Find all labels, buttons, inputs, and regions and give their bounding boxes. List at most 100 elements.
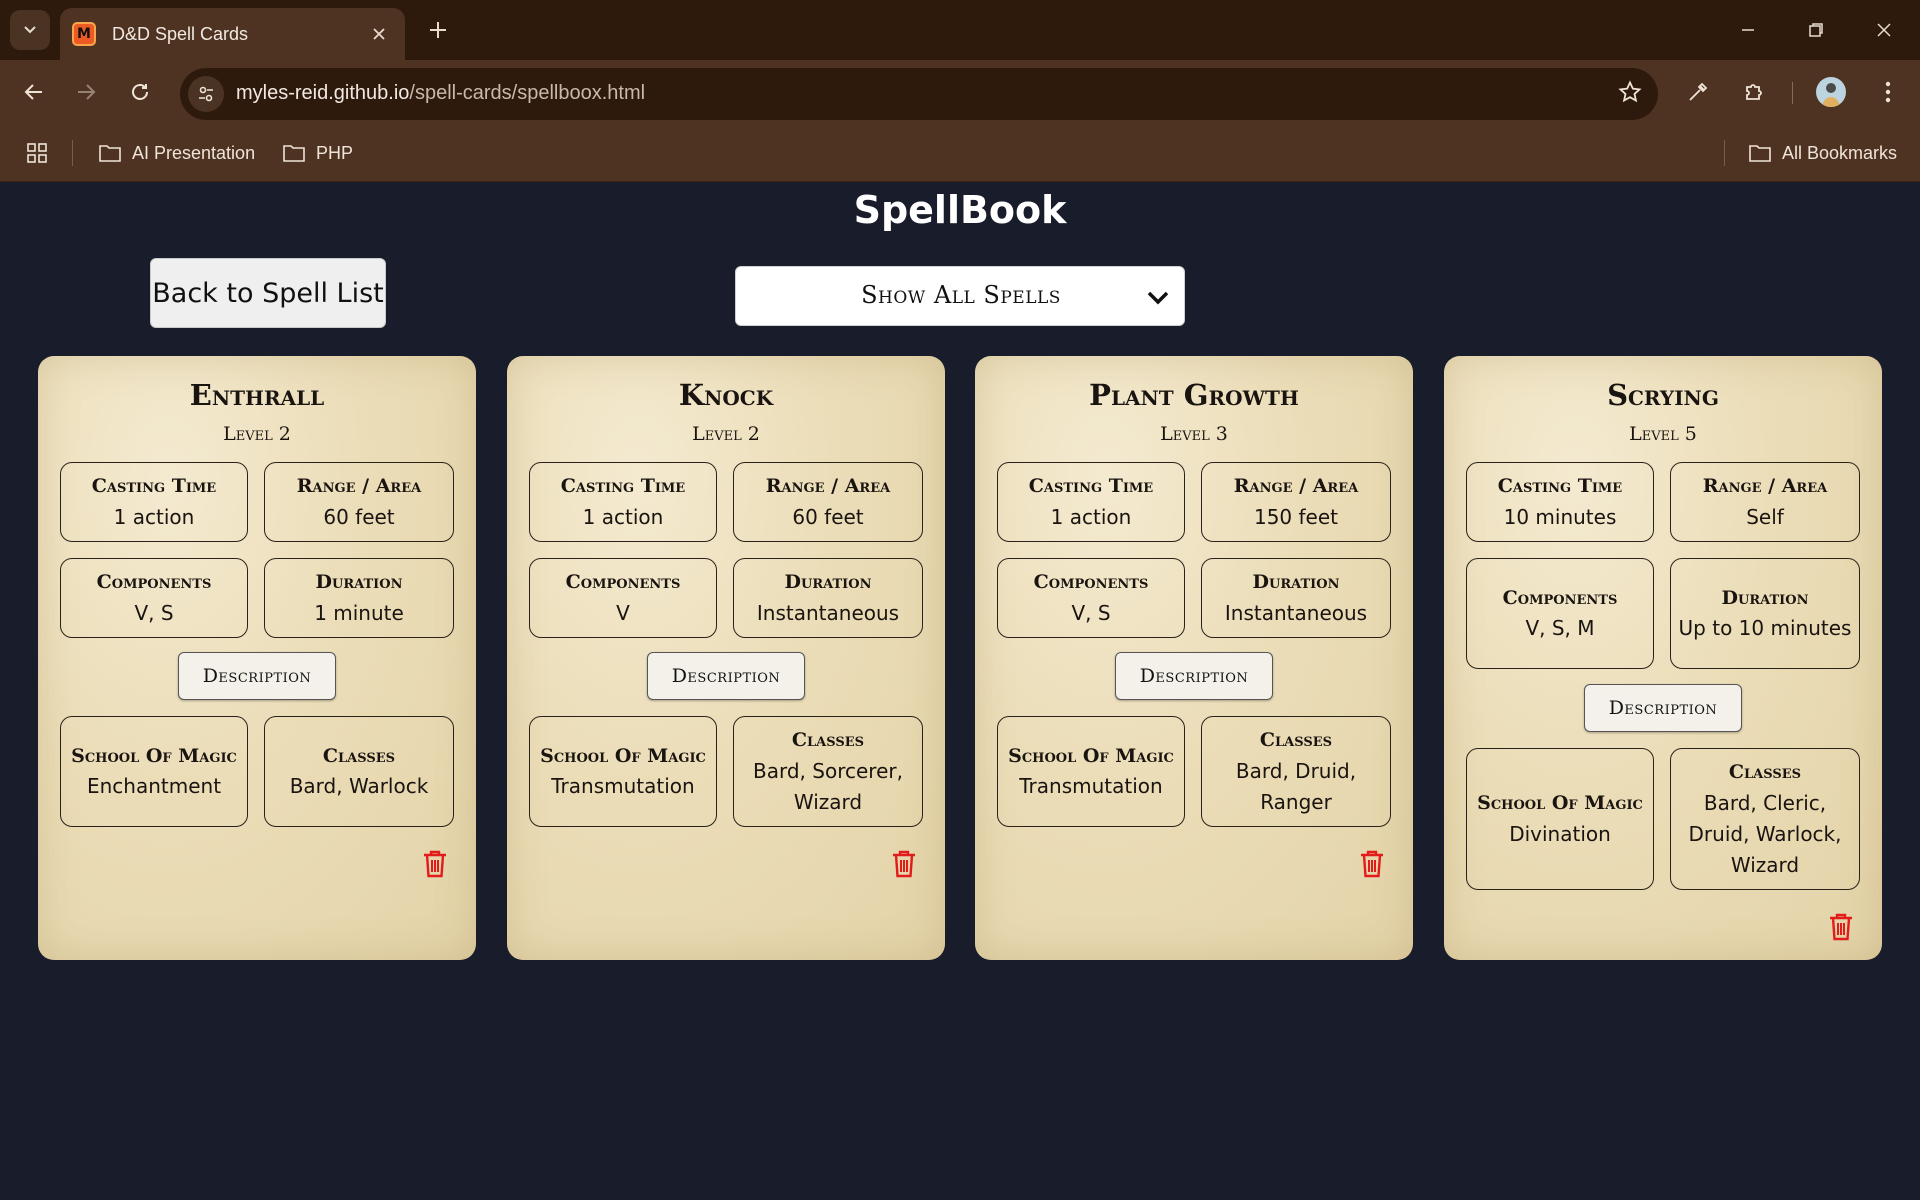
classes-label: Classes <box>322 744 396 767</box>
restore-icon <box>1809 23 1823 37</box>
classes-box: Classes Bard, Cleric, Druid, Warlock, Wi… <box>1670 748 1860 890</box>
spell-filter-select[interactable]: Show All Spells <box>735 266 1185 326</box>
components-label: Components <box>96 571 212 594</box>
folder-icon <box>1749 145 1771 162</box>
range-area-value: 60 feet <box>792 504 864 529</box>
all-bookmarks-button[interactable]: All Bookmarks <box>1748 138 1897 168</box>
school-box: School Of Magic Transmutation <box>529 716 717 827</box>
range-area-value: 60 feet <box>323 504 395 529</box>
tab-close-button[interactable] <box>365 20 393 48</box>
minimize-button[interactable] <box>1720 4 1776 56</box>
spell-name: Knock <box>678 378 774 412</box>
casting-time-label: Casting Time <box>560 475 686 498</box>
folder-icon <box>99 145 121 162</box>
duration-value: 1 minute <box>314 600 404 625</box>
casting-time-box: Casting Time 1 action <box>60 462 248 542</box>
back-nav-button[interactable] <box>14 72 54 112</box>
components-box: Components V, S, M <box>1466 558 1654 669</box>
components-label: Components <box>1502 586 1618 609</box>
chevron-down-icon <box>24 26 36 34</box>
apps-button[interactable] <box>26 138 48 168</box>
casting-time-value: 1 action <box>113 504 195 529</box>
reload-button[interactable] <box>120 72 160 112</box>
spell-card-knock: Knock Level 2 Casting Time 1 action Rang… <box>507 356 945 960</box>
forward-nav-button[interactable] <box>66 72 106 112</box>
components-value: V, S <box>134 600 174 625</box>
school-box: School Of Magic Transmutation <box>997 716 1185 827</box>
tab-title: D&D Spell Cards <box>112 23 249 44</box>
range-area-value: Self <box>1746 504 1784 529</box>
spell-level: Level 2 <box>692 423 760 445</box>
duration-box: Duration 1 minute <box>264 558 454 638</box>
duration-label: Duration <box>1252 571 1340 594</box>
spell-level: Level 5 <box>1629 423 1697 445</box>
site-info-button[interactable] <box>188 76 224 112</box>
trash-icon[interactable] <box>1359 849 1385 879</box>
casting-time-box: Casting Time 10 minutes <box>1466 462 1654 542</box>
tune-icon <box>199 86 213 102</box>
duration-value: Up to 10 minutes <box>1678 616 1852 641</box>
casting-time-box: Casting Time 1 action <box>997 462 1185 542</box>
description-button[interactable]: Description <box>1584 684 1742 732</box>
school-label: School Of Magic <box>1477 792 1643 815</box>
extensions-button[interactable] <box>1738 76 1770 108</box>
components-value: V, S, M <box>1525 616 1595 641</box>
bookmark-star-button[interactable] <box>1618 80 1642 108</box>
description-button[interactable]: Description <box>1115 652 1273 700</box>
range-area-label: Range / Area <box>765 475 891 498</box>
classes-box: Classes Bard, Warlock <box>264 716 454 827</box>
browser-menu-button[interactable] <box>1872 76 1904 108</box>
classes-label: Classes <box>1259 729 1333 752</box>
user-avatar-icon <box>1822 83 1840 107</box>
school-label: School Of Magic <box>1008 744 1174 767</box>
url-path: /spell-cards/spellboox.html <box>409 82 646 104</box>
bookmark-folder-ai-presentation[interactable]: AI Presentation <box>98 138 255 168</box>
close-window-button[interactable] <box>1856 4 1912 56</box>
duration-box: Duration Instantaneous <box>1201 558 1391 638</box>
casting-time-label: Casting Time <box>1028 475 1154 498</box>
chevron-down-icon <box>1147 291 1169 305</box>
classes-value: Bard, Warlock <box>289 774 429 799</box>
eyedropper-extension-button[interactable] <box>1682 76 1714 108</box>
classes-box: Classes Bard, Druid, Ranger <box>1201 716 1391 827</box>
back-to-spell-list-button[interactable]: Back to Spell List <box>150 258 386 328</box>
school-label: School Of Magic <box>540 744 706 767</box>
duration-label: Duration <box>784 571 872 594</box>
address-bar[interactable]: myles-reid.github.io/spell-cards/spellbo… <box>180 68 1658 120</box>
school-value: Transmutation <box>551 774 695 799</box>
restore-button[interactable] <box>1788 4 1844 56</box>
close-icon <box>373 28 385 40</box>
page-title: SpellBook <box>853 188 1067 232</box>
all-bookmarks-label: All Bookmarks <box>1782 142 1898 163</box>
new-tab-button[interactable] <box>418 12 458 48</box>
components-value: V, S <box>1071 600 1111 625</box>
active-tab[interactable]: M D&D Spell Cards <box>60 8 405 60</box>
trash-icon[interactable] <box>891 849 917 879</box>
spell-name: Scrying <box>1607 378 1719 412</box>
bookmark-folder-php[interactable]: PHP <box>282 138 353 168</box>
casting-time-value: 1 action <box>1050 504 1132 529</box>
trash-icon[interactable] <box>422 849 448 879</box>
description-button[interactable]: Description <box>647 652 805 700</box>
reload-icon <box>132 84 148 100</box>
close-icon <box>1877 23 1891 37</box>
bookmarks-bar: AI Presentation PHP All Bookmarks <box>0 124 1920 182</box>
page-content: SpellBook Back to Spell List Show All Sp… <box>0 182 1920 1200</box>
range-area-box: Range / Area 60 feet <box>264 462 454 542</box>
tab-search-button[interactable] <box>10 10 50 50</box>
bookmark-divider <box>1724 140 1725 166</box>
profile-avatar[interactable] <box>1816 77 1846 107</box>
school-label: School Of Magic <box>71 744 237 767</box>
spell-card-plant-growth: Plant Growth Level 3 Casting Time 1 acti… <box>975 356 1413 960</box>
components-value: V <box>616 600 630 625</box>
arrow-right-icon <box>78 84 96 100</box>
trash-icon[interactable] <box>1828 912 1854 942</box>
spell-name: Plant Growth <box>1089 378 1299 412</box>
bookmark-label: AI Presentation <box>132 142 256 163</box>
casting-time-label: Casting Time <box>1497 475 1623 498</box>
toolbar-divider <box>1792 82 1793 104</box>
range-area-label: Range / Area <box>1702 475 1828 498</box>
description-button[interactable]: Description <box>178 652 336 700</box>
spell-card-enthrall: Enthrall Level 2 Casting Time 1 action R… <box>38 356 476 960</box>
eyedropper-icon <box>1689 82 1708 101</box>
